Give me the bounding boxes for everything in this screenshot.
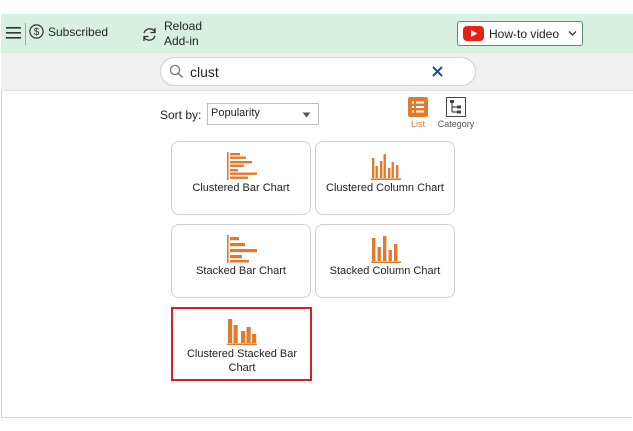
clustered-column-chart-icon — [371, 154, 401, 180]
chart-card-label: Stacked Column Chart — [329, 265, 441, 277]
dollar-coin-icon: $ — [29, 24, 44, 39]
subscribed-label[interactable]: Subscribed — [48, 25, 108, 39]
chart-card-label: Clustered Column Chart — [326, 182, 444, 194]
dropdown-arrow-icon — [302, 112, 311, 118]
search-input[interactable] — [190, 62, 430, 81]
search-icon — [169, 64, 183, 78]
clustered-stacked-bar-chart-icon — [227, 319, 257, 345]
chart-card-label: Clustered Stacked Bar Chart — [186, 348, 298, 374]
chart-card-label: Clustered Bar Chart — [192, 182, 290, 194]
chart-card-label: Stacked Bar Chart — [196, 265, 286, 277]
reload-label-line2: Add-in — [164, 34, 199, 48]
category-tree-icon — [446, 97, 466, 117]
hamburger-menu-icon[interactable] — [6, 26, 21, 40]
list-view-label: List — [410, 119, 425, 129]
view-category-toggle[interactable]: Category — [434, 96, 478, 132]
chevron-down-icon — [568, 31, 577, 36]
sort-dropdown[interactable]: Popularity — [207, 103, 319, 125]
stacked-bar-chart-icon — [227, 235, 257, 263]
chart-card-stacked-column[interactable]: Stacked Column Chart — [315, 224, 455, 298]
reload-icon[interactable] — [141, 26, 158, 43]
search-box[interactable] — [160, 57, 476, 86]
chart-card-clustered-bar[interactable]: Clustered Bar Chart — [171, 141, 311, 215]
chart-card-stacked-bar[interactable]: Stacked Bar Chart — [171, 224, 311, 298]
clustered-bar-chart-icon — [227, 152, 257, 180]
clear-search-icon[interactable] — [431, 65, 444, 78]
category-view-label: Category — [437, 119, 475, 129]
chart-card-clustered-stacked-bar[interactable]: Clustered Stacked Bar Chart — [171, 307, 312, 381]
sort-by-label: Sort by: — [160, 108, 202, 122]
svg-text:$: $ — [34, 27, 40, 38]
view-list-toggle[interactable]: List — [405, 96, 431, 132]
howto-video-label: How-to video — [489, 27, 560, 41]
reload-addin-button[interactable]: Reload Add-in — [164, 19, 224, 49]
stacked-column-chart-icon — [371, 236, 401, 263]
top-toolbar: $ Subscribed Reload Add-in How-to video — [1, 14, 633, 53]
youtube-icon — [463, 26, 484, 41]
howto-video-button[interactable]: How-to video — [457, 21, 583, 46]
reload-label-line1: Reload — [164, 19, 203, 33]
toolbar-divider — [25, 23, 26, 45]
sort-selected-value: Popularity — [211, 107, 260, 119]
chart-card-clustered-column[interactable]: Clustered Column Chart — [315, 141, 455, 215]
list-view-icon — [408, 97, 428, 117]
